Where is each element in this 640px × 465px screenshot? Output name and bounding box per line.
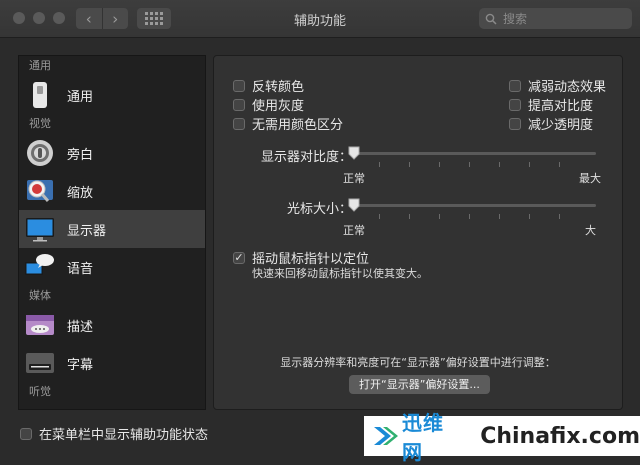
chevron-left-icon: ‹ (85, 9, 92, 28)
show-in-menu-bar-checkbox[interactable] (20, 427, 32, 440)
sidebar[interactable]: 通用 通用 视觉 旁白 缩放 显示器 语音 媒体 描述 字幕 听觉 (18, 55, 206, 410)
show-all-button[interactable] (137, 8, 171, 29)
increase-contrast-label: 提高对比度 (528, 99, 594, 114)
grayscale-label: 使用灰度 (252, 99, 305, 114)
section-label-hearing: 听觉 (29, 385, 51, 398)
sidebar-item-speech[interactable]: 语音 (19, 248, 205, 286)
zoom-icon (25, 176, 55, 206)
captions-icon (25, 348, 55, 378)
contrast-min-label: 正常 (343, 172, 365, 185)
shake-to-locate-description: 快速来回移动鼠标指针以使其变大。 (252, 267, 428, 280)
contrast-max-label: 最大 (579, 172, 601, 185)
sidebar-item-general[interactable]: 通用 (19, 76, 205, 114)
close-window-button[interactable] (13, 12, 25, 24)
sidebar-item-label: 旁白 (67, 147, 94, 163)
sidebar-item-label: 描述 (67, 319, 94, 335)
nav-button-group: ‹ › (76, 8, 128, 29)
speech-icon (25, 252, 55, 282)
title-bar: ‹ › 辅助功能 (0, 0, 640, 38)
section-label-general: 通用 (29, 59, 51, 72)
back-button[interactable]: ‹ (76, 8, 102, 29)
reduce-transparency-option[interactable]: 减少透明度 (509, 114, 593, 133)
sidebar-item-label: 语音 (67, 261, 94, 277)
shake-to-locate-checkbox[interactable]: ✓ (233, 251, 245, 264)
reduce-transparency-checkbox[interactable] (509, 117, 521, 130)
cursor-size-slider-thumb[interactable] (348, 198, 360, 212)
sidebar-item-label: 显示器 (67, 223, 107, 239)
grayscale-checkbox[interactable] (233, 98, 245, 111)
general-switch-icon (25, 80, 55, 110)
grid-icon (145, 12, 163, 25)
descriptions-icon (25, 310, 55, 340)
watermark: 迅维网 Chinafix.com (364, 411, 640, 464)
increase-contrast-option[interactable]: 提高对比度 (509, 95, 593, 114)
cursor-size-max-label: 大 (585, 224, 596, 237)
increase-contrast-checkbox[interactable] (509, 98, 521, 111)
contrast-slider-thumb[interactable] (348, 146, 360, 160)
watermark-en-text: Chinafix.com (480, 423, 640, 449)
search-input[interactable] (501, 10, 625, 27)
section-label-media: 媒体 (29, 289, 51, 302)
display-prefs-note: 显示器分辨率和亮度可在“显示器”偏好设置中进行调整： (280, 356, 556, 369)
watermark-cn-text: 迅维网 (402, 411, 444, 464)
cursor-size-min-label: 正常 (343, 224, 365, 237)
sidebar-item-label: 缩放 (67, 185, 94, 201)
sidebar-item-display[interactable]: 显示器 (19, 210, 205, 248)
cursor-size-slider-label: 光标大小： (286, 202, 352, 217)
contrast-slider-track[interactable] (349, 152, 596, 155)
reduce-motion-checkbox[interactable] (509, 79, 521, 92)
differentiate-without-color-option[interactable]: 无需用颜色区分 (233, 114, 343, 133)
show-in-menu-bar-label: 在菜单栏中显示辅助功能状态 (39, 428, 209, 443)
voiceover-icon (25, 138, 55, 168)
search-field[interactable] (479, 8, 632, 29)
show-in-menu-bar-option[interactable]: 在菜单栏中显示辅助功能状态 (20, 424, 208, 443)
differentiate-without-color-label: 无需用颜色区分 (252, 118, 344, 133)
chevron-right-icon: › (112, 9, 119, 28)
invert-colors-checkbox[interactable] (233, 79, 245, 92)
minimize-window-button[interactable] (33, 12, 45, 24)
sidebar-item-captions[interactable]: 字幕 (19, 344, 205, 382)
reduce-motion-option[interactable]: 减弱动态效果 (509, 76, 606, 95)
cursor-size-slider-track[interactable] (349, 204, 596, 207)
sidebar-item-label: 字幕 (67, 357, 94, 373)
search-icon (485, 13, 501, 25)
display-icon (25, 214, 55, 244)
sidebar-item-voiceover[interactable]: 旁白 (19, 134, 205, 172)
chinafix-logo-icon (372, 423, 398, 449)
checkmark-icon: ✓ (234, 251, 244, 264)
grayscale-option[interactable]: 使用灰度 (233, 95, 304, 114)
invert-colors-option[interactable]: 反转颜色 (233, 76, 304, 95)
open-display-prefs-button[interactable]: 打开“显示器”偏好设置... (349, 375, 490, 394)
reduce-motion-label: 减弱动态效果 (528, 80, 607, 95)
zoom-window-button[interactable] (53, 12, 65, 24)
sidebar-item-zoom[interactable]: 缩放 (19, 172, 205, 210)
display-settings-panel: 反转颜色 使用灰度 无需用颜色区分 减弱动态效果 提高对比度 减少透明度 显示器… (213, 55, 623, 410)
forward-button[interactable]: › (101, 8, 129, 29)
section-label-vision: 视觉 (29, 117, 51, 130)
sidebar-item-descriptions[interactable]: 描述 (19, 306, 205, 344)
contrast-slider-label: 显示器对比度： (260, 150, 352, 165)
differentiate-without-color-checkbox[interactable] (233, 117, 245, 130)
invert-colors-label: 反转颜色 (252, 80, 305, 95)
reduce-transparency-label: 减少透明度 (528, 118, 594, 133)
sidebar-item-label: 通用 (67, 89, 94, 105)
